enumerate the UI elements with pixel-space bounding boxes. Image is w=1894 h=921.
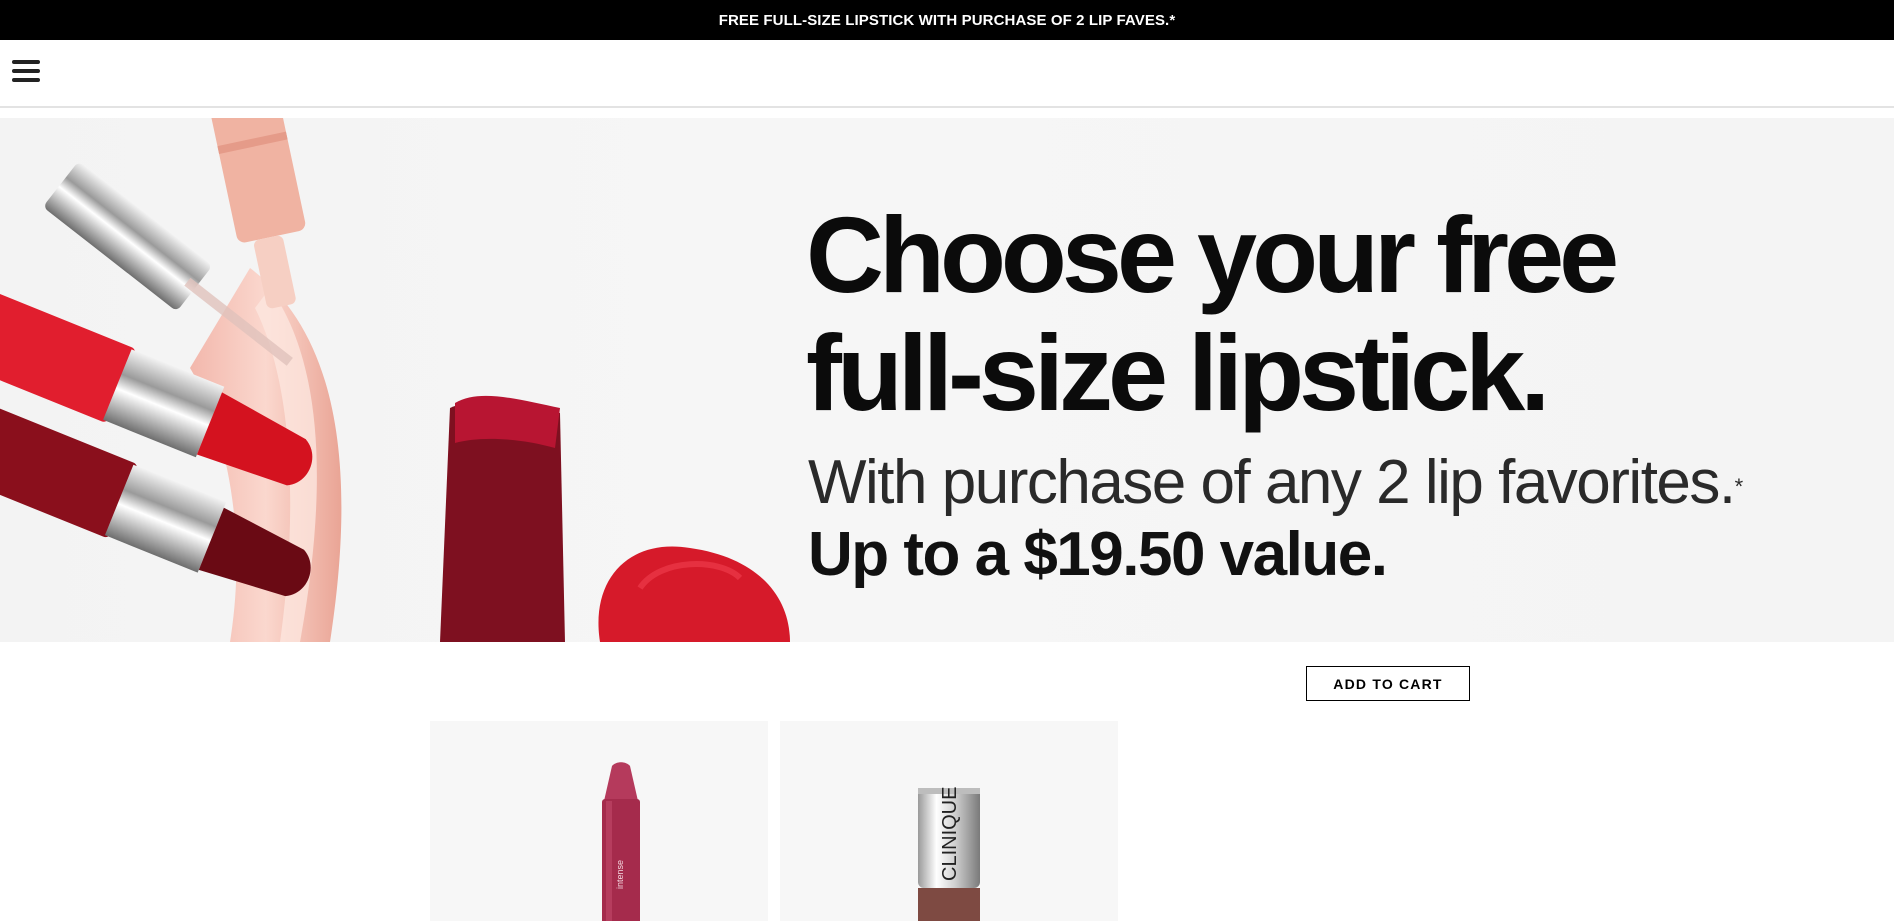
- hero-headline-line-2: full-size lipstick.: [806, 312, 1550, 433]
- promo-banner[interactable]: FREE FULL-SIZE LIPSTICK WITH PURCHASE OF…: [0, 0, 1894, 40]
- lipstick-hero-image: [0, 118, 790, 642]
- hero-subtitle-asterisk: *: [1734, 474, 1744, 499]
- product-card-lip-crayon[interactable]: intense: [430, 721, 768, 921]
- product-card-lipstick[interactable]: CLINIQUE: [780, 721, 1118, 921]
- promo-banner-text: FREE FULL-SIZE LIPSTICK WITH PURCHASE OF…: [718, 11, 1176, 29]
- hero-subtitle-text: With purchase of any 2 lip favorites.: [808, 448, 1736, 517]
- site-header: [0, 40, 1894, 108]
- hamburger-menu-icon[interactable]: [12, 58, 40, 84]
- hero-subtitle: With purchase of any 2 lip favorites.*: [808, 448, 1868, 518]
- add-to-cart-button[interactable]: ADD TO CART: [1306, 666, 1470, 701]
- hero-banner[interactable]: Choose your free full-size lipstick. Wit…: [0, 118, 1894, 642]
- lip-crayon-product-image: intense: [602, 762, 640, 921]
- hero-value-text: Up to a $19.50 value.: [808, 520, 1388, 589]
- svg-text:intense: intense: [615, 860, 625, 889]
- hero-headline: Choose your free full-size lipstick.: [806, 196, 1866, 432]
- hero-headline-line-1: Choose your free: [806, 194, 1619, 315]
- lipstick-product-image: CLINIQUE: [918, 787, 980, 921]
- product-brand-text: CLINIQUE: [939, 787, 961, 881]
